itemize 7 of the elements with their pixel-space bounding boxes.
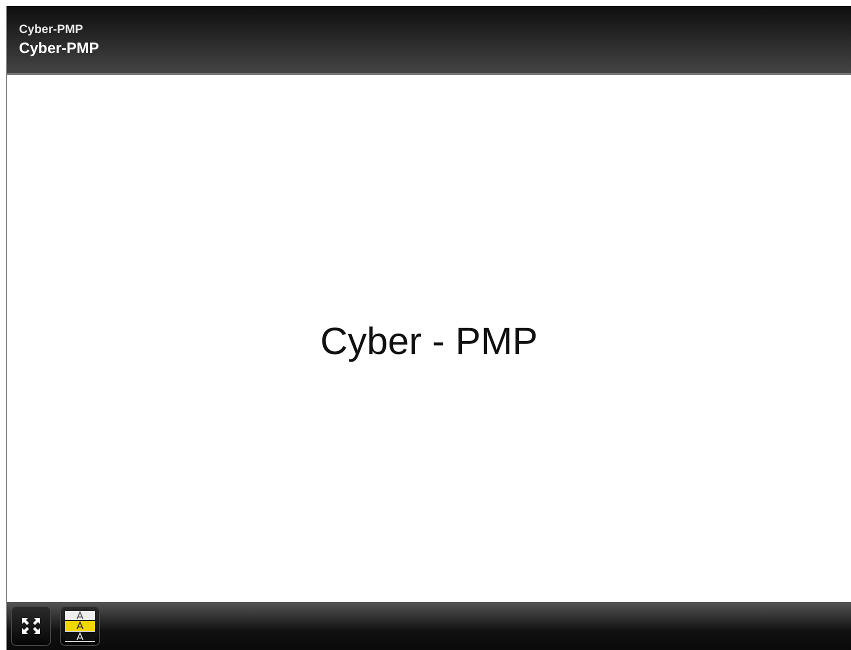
captions-icon xyxy=(64,610,96,642)
player-subtitle: Cyber-PMP xyxy=(19,22,84,36)
captions-button[interactable] xyxy=(60,606,100,646)
player-title: Cyber-PMP xyxy=(19,40,100,57)
fullscreen-button[interactable] xyxy=(11,606,51,646)
slide-text: Cyber - PMP xyxy=(320,321,538,364)
fullscreen-icon xyxy=(21,617,41,635)
